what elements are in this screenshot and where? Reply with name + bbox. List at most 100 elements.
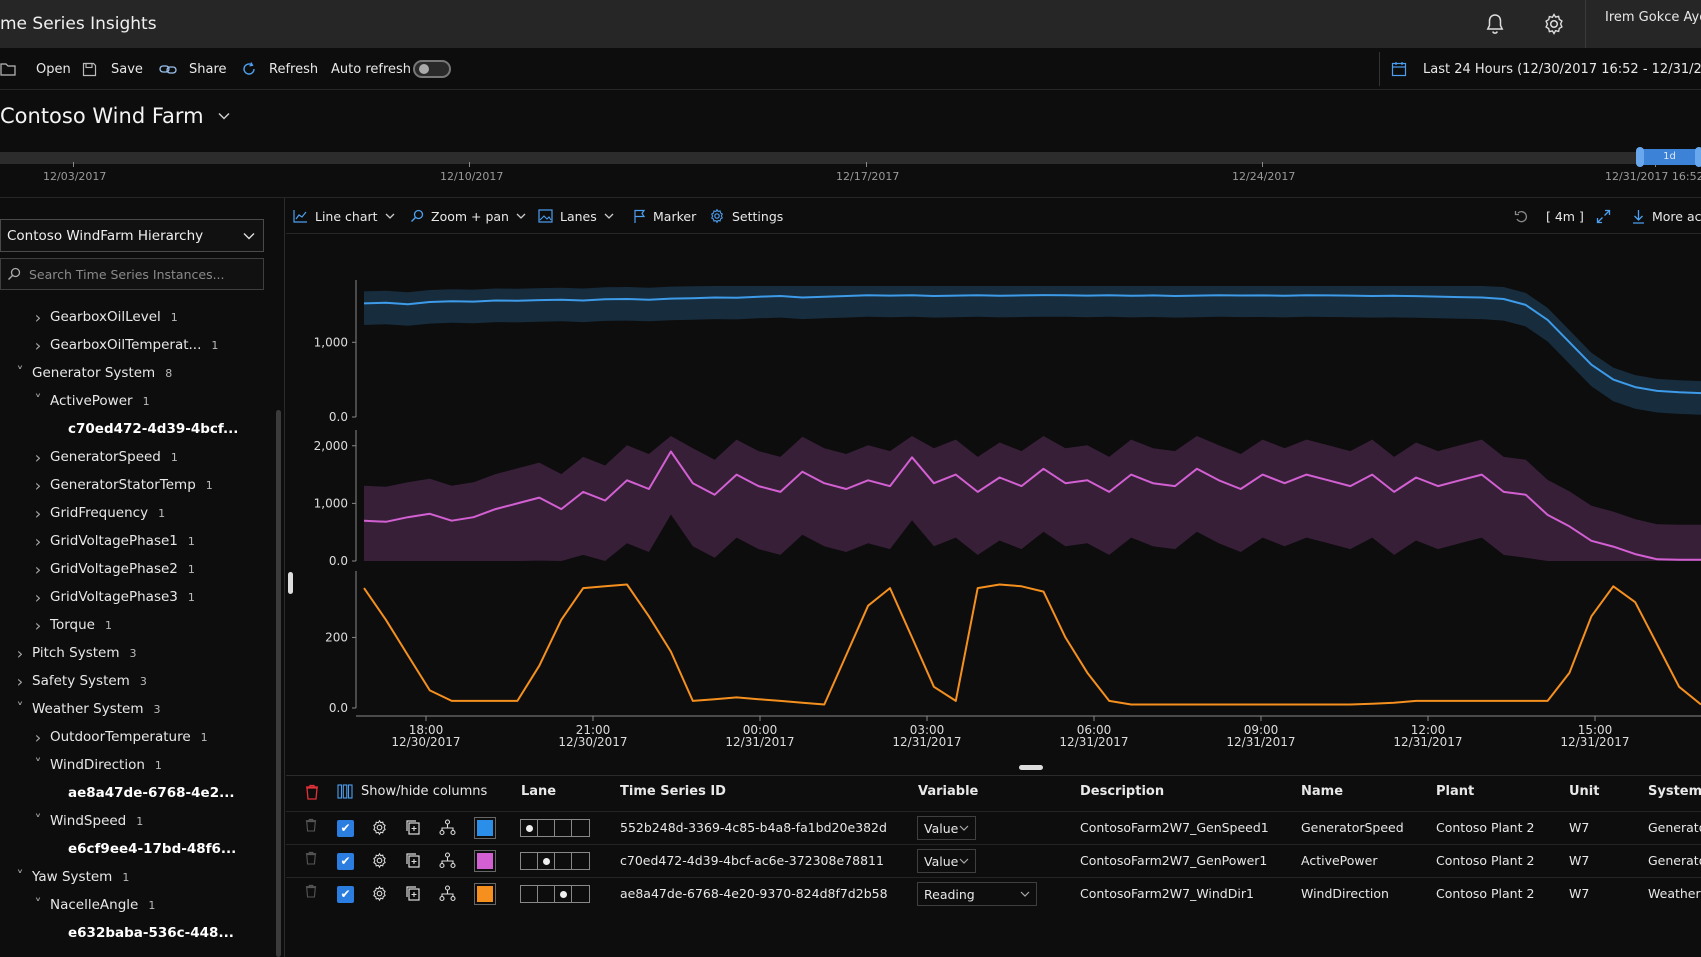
- toggle-switch[interactable]: [413, 60, 451, 78]
- tree-item[interactable]: › GridVoltagePhase2 1: [32, 556, 195, 582]
- chevron-right-icon[interactable]: ›: [14, 644, 26, 663]
- tree-item[interactable]: › GearboxOilTemperat... 1: [32, 332, 219, 358]
- column-header-system[interactable]: System: [1648, 784, 1701, 799]
- lane-option[interactable]: [521, 886, 538, 902]
- timeline-brush[interactable]: 1d: [1638, 149, 1701, 165]
- marker-button[interactable]: Marker: [633, 198, 696, 234]
- tree-item[interactable]: › GearboxOilLevel 1: [32, 304, 178, 330]
- lane-selector[interactable]: [520, 885, 590, 903]
- chevron-right-icon[interactable]: ›: [32, 308, 44, 327]
- copy-icon[interactable]: [405, 885, 421, 906]
- zoom-pan-dropdown[interactable]: Zoom + pan: [410, 198, 526, 234]
- hierarchy-dropdown[interactable]: Contoso WindFarm Hierarchy: [0, 219, 264, 252]
- variable-dropdown[interactable]: Value: [917, 816, 976, 840]
- color-swatch[interactable]: [474, 883, 496, 905]
- lane-option[interactable]: [572, 820, 589, 836]
- gear-icon[interactable]: [371, 885, 388, 906]
- brush-handle-right[interactable]: [1695, 147, 1701, 167]
- visibility-checkbox[interactable]: ✔: [337, 853, 354, 870]
- share-button[interactable]: Share: [159, 48, 227, 90]
- chevron-right-icon[interactable]: ›: [32, 728, 44, 747]
- tree-item[interactable]: › Safety System 3: [14, 668, 147, 694]
- color-swatch[interactable]: [474, 850, 496, 872]
- auto-refresh-toggle[interactable]: [413, 48, 451, 90]
- lane-option[interactable]: [572, 886, 589, 902]
- resize-grip[interactable]: [1019, 765, 1043, 770]
- line-chart[interactable]: 1,000 0.0 2,000 1,000 0.0 200 0.0 18:00 12/30/20…: [286, 235, 1701, 770]
- color-swatch[interactable]: [474, 817, 496, 839]
- lane-option[interactable]: [555, 886, 572, 902]
- tree-scrollbar[interactable]: [276, 410, 281, 957]
- chevron-down-icon[interactable]: ˅: [14, 365, 26, 381]
- chevron-right-icon[interactable]: ›: [32, 560, 44, 579]
- expand-button[interactable]: [1596, 198, 1611, 234]
- tree-item[interactable]: › OutdoorTemperature 1: [32, 724, 208, 750]
- column-header-name[interactable]: Name: [1301, 784, 1343, 799]
- chevron-right-icon[interactable]: ›: [14, 672, 26, 691]
- chevron-right-icon[interactable]: ›: [32, 336, 44, 355]
- chevron-down-icon[interactable]: ˅: [32, 393, 44, 409]
- chevron-down-icon[interactable]: ˅: [32, 757, 44, 773]
- tree-item[interactable]: ˅ ActivePower 1: [32, 388, 150, 414]
- lane-option[interactable]: [538, 853, 555, 869]
- lane-option[interactable]: [555, 853, 572, 869]
- chevron-right-icon[interactable]: ›: [32, 616, 44, 635]
- more-actions-button[interactable]: More ac: [1632, 198, 1701, 234]
- hierarchy-icon[interactable]: [439, 885, 456, 906]
- environment-selector[interactable]: Contoso Wind Farm: [0, 104, 230, 128]
- interval-label[interactable]: [ 4m ]: [1546, 198, 1584, 234]
- lanes-dropdown[interactable]: Lanes: [538, 198, 614, 234]
- trash-icon[interactable]: [305, 784, 319, 800]
- chevron-down-icon[interactable]: ˅: [14, 701, 26, 717]
- undo-button[interactable]: [1514, 198, 1528, 234]
- save-button[interactable]: Save: [82, 48, 143, 90]
- visibility-checkbox[interactable]: ✔: [337, 886, 354, 903]
- tree-item[interactable]: ae8a47de-6768-4e2...: [68, 780, 234, 806]
- trash-icon[interactable]: [305, 884, 317, 902]
- hierarchy-icon[interactable]: [439, 819, 456, 840]
- tree-item[interactable]: › Pitch System 3: [14, 640, 137, 666]
- tree-item[interactable]: › GeneratorSpeed 1: [32, 444, 178, 470]
- gear-icon[interactable]: [371, 819, 388, 840]
- tree-item[interactable]: › GeneratorStatorTemp 1: [32, 472, 213, 498]
- bell-icon[interactable]: [1483, 12, 1507, 36]
- variable-dropdown[interactable]: Value: [917, 849, 976, 873]
- tree-item[interactable]: ˅ Yaw System 1: [14, 864, 130, 890]
- chevron-down-icon[interactable]: ˅: [14, 869, 26, 885]
- tree-item[interactable]: e632baba-536c-448...: [68, 920, 234, 946]
- chevron-right-icon[interactable]: ›: [32, 504, 44, 523]
- column-header-variable[interactable]: Variable: [918, 784, 978, 799]
- lane-option[interactable]: [538, 820, 555, 836]
- tree-item[interactable]: ˅ WindDirection 1: [32, 752, 162, 778]
- tree-item[interactable]: › Torque 1: [32, 612, 112, 638]
- tree-item[interactable]: c70ed472-4d39-4bcf...: [68, 416, 238, 442]
- lane-option[interactable]: [521, 853, 538, 869]
- lane-option[interactable]: [572, 853, 589, 869]
- copy-icon[interactable]: [405, 819, 421, 840]
- chevron-down-icon[interactable]: ˅: [32, 813, 44, 829]
- tree-item[interactable]: › GridVoltagePhase1 1: [32, 528, 195, 554]
- lane-option[interactable]: [555, 820, 572, 836]
- tree-item[interactable]: ˅ WindSpeed 1: [32, 808, 144, 834]
- column-header-plant[interactable]: Plant: [1436, 784, 1474, 799]
- brush-handle-left[interactable]: [1636, 147, 1644, 167]
- tree-item[interactable]: › GridVoltagePhase3 1: [32, 584, 195, 610]
- search-input[interactable]: [29, 266, 249, 282]
- gear-icon[interactable]: [371, 852, 388, 873]
- gear-icon[interactable]: [1542, 12, 1566, 36]
- tree-item[interactable]: e6cf9ee4-17bd-48f6...: [68, 836, 236, 862]
- tree-item[interactable]: ˅ Weather System 3: [14, 696, 161, 722]
- column-header-lane[interactable]: Lane: [521, 784, 556, 799]
- chevron-right-icon[interactable]: ›: [32, 476, 44, 495]
- chevron-down-icon[interactable]: ˅: [32, 897, 44, 913]
- availability-timeline[interactable]: [0, 152, 1701, 164]
- column-header-unit[interactable]: Unit: [1569, 784, 1599, 799]
- chevron-right-icon[interactable]: ›: [32, 448, 44, 467]
- hierarchy-icon[interactable]: [439, 852, 456, 873]
- tree-item[interactable]: › GridFrequency 1: [32, 500, 165, 526]
- chevron-right-icon[interactable]: ›: [32, 588, 44, 607]
- copy-icon[interactable]: [405, 852, 421, 873]
- chart-settings-button[interactable]: Settings: [709, 198, 783, 234]
- tree-item[interactable]: ˅ NacelleAngle 1: [32, 892, 156, 918]
- chart-type-dropdown[interactable]: Line chart: [293, 198, 395, 234]
